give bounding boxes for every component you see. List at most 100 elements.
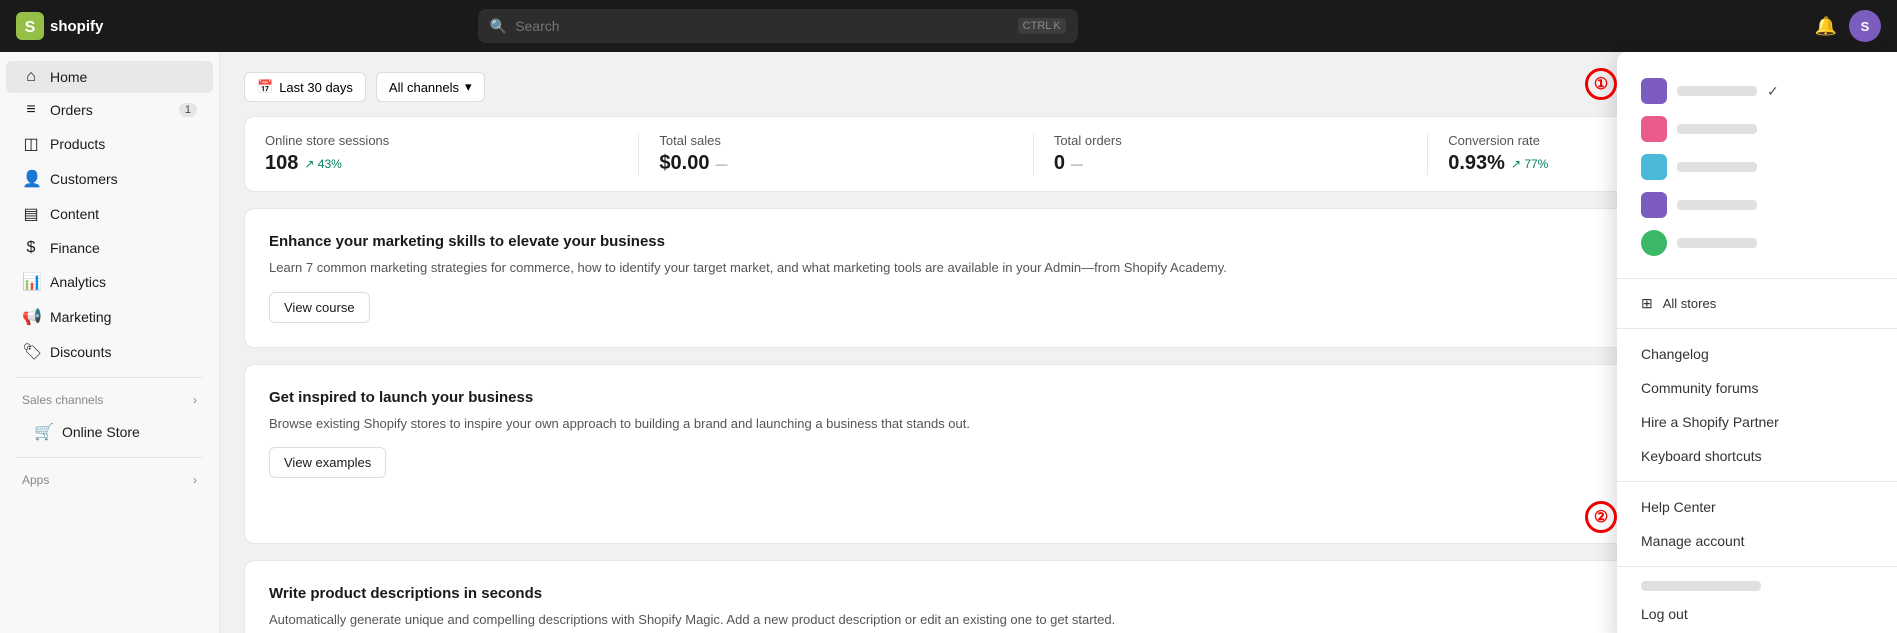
user-dropdown-menu: ✓ ⊞ All [1617,52,1897,633]
stat-sessions-change: ↗ 43% [304,157,341,171]
stat-conversion-change: ↗ 77% [1511,157,1548,171]
store-item-3[interactable] [1633,148,1881,186]
topnav-right: 🔔 S [1815,10,1881,42]
view-course-button[interactable]: View course [269,292,370,323]
sidebar-item-online-store-label: Online Store [62,424,140,440]
stat-sessions: Online store sessions 108 ↗ 43% [265,133,639,175]
sidebar-item-products-label: Products [50,136,105,152]
orders-icon: ≡ [22,101,40,119]
manage-account-menu-item[interactable]: Manage account [1617,524,1897,558]
store-item-5[interactable] [1633,224,1881,262]
orders-badge: 1 [179,103,197,117]
marketing-card-title: Enhance your marketing skills to elevate… [269,233,1848,250]
sidebar-item-marketing[interactable]: 📢 Marketing [6,300,213,334]
sidebar-item-discounts-label: Discounts [50,344,111,360]
store-1-check-icon: ✓ [1767,83,1779,100]
store-item-1[interactable]: ✓ [1633,72,1881,110]
sidebar-item-content-label: Content [50,206,99,222]
stat-orders: Total orders 0 — [1034,133,1428,175]
store-item-4[interactable] [1633,186,1881,224]
search-icon: 🔍 [490,18,507,35]
search-container[interactable]: 🔍 CTRLK [478,9,1078,43]
user-avatar[interactable]: S [1849,10,1881,42]
stat-sales: Total sales $0.00 — [639,133,1033,175]
stores-list: ✓ [1617,64,1897,270]
sidebar-item-sales-channels[interactable]: Sales channels › [6,386,213,414]
sidebar-item-finance-label: Finance [50,240,100,256]
stat-conversion-value: 0.93% [1448,152,1505,175]
sidebar-item-content[interactable]: ▤ Content [6,197,213,231]
keyboard-shortcuts-menu-item[interactable]: Keyboard shortcuts [1617,439,1897,473]
channels-dropdown-icon: ▾ [465,79,472,95]
sidebar-item-customers-label: Customers [50,171,118,187]
all-stores-item[interactable]: ⊞ All stores [1617,287,1897,320]
top-navigation: S shopify 🔍 CTRLK 🔔 S [0,0,1897,52]
magic-card-title: Write product descriptions in seconds [269,585,1648,602]
calendar-icon: 📅 [257,79,273,95]
store-4-color [1641,192,1667,218]
avatar-initials: S [1861,19,1870,34]
sidebar-item-discounts[interactable]: 🏷 Discounts [6,335,213,369]
notifications-bell-icon[interactable]: 🔔 [1815,16,1837,37]
hire-partner-menu-item[interactable]: Hire a Shopify Partner [1617,405,1897,439]
online-store-icon: 🛒 [34,422,52,442]
channels-filter-button[interactable]: All channels ▾ [376,72,485,102]
account-info-row [1617,575,1897,597]
stat-sessions-value: 108 [265,152,298,175]
logout-menu-item[interactable]: Log out [1617,597,1897,631]
store-4-name [1677,200,1757,210]
stat-orders-label: Total orders [1054,133,1407,148]
store-5-color [1641,230,1667,256]
help-divider [1617,481,1897,482]
apps-arrow-icon: › [193,473,197,487]
sidebar-item-marketing-label: Marketing [50,309,111,325]
stat-orders-value: 0 [1054,152,1065,175]
menu-divider [1617,328,1897,329]
view-examples-button[interactable]: View examples [269,447,386,478]
all-stores-grid-icon: ⊞ [1641,295,1653,312]
content-icon: ▤ [22,204,40,224]
marketing-card-desc: Learn 7 common marketing strategies for … [269,258,1848,278]
magic-card-text: Write product descriptions in seconds Au… [269,585,1648,633]
date-filter-label: Last 30 days [279,80,353,95]
store-2-name [1677,124,1757,134]
search-input[interactable] [515,18,1009,34]
store-3-color [1641,154,1667,180]
customers-icon: 👤 [22,169,40,189]
stat-sales-change: — [715,157,727,171]
community-forums-menu-item[interactable]: Community forums [1617,371,1897,405]
stat-sales-meta: $0.00 — [659,152,1012,175]
sidebar-item-products[interactable]: ◫ Products [6,127,213,161]
sidebar-item-analytics-label: Analytics [50,274,106,290]
logout-divider [1617,566,1897,567]
sidebar-item-apps[interactable]: Apps › [6,466,213,494]
help-center-menu-item[interactable]: Help Center [1617,490,1897,524]
sidebar-item-online-store[interactable]: 🛒 Online Store [6,415,213,449]
shopify-logo: S shopify [16,12,103,40]
date-filter-button[interactable]: 📅 Last 30 days [244,72,366,102]
launch-card-desc: Browse existing Shopify stores to inspir… [269,414,1648,434]
store-item-2[interactable] [1633,110,1881,148]
launch-card-title: Get inspired to launch your business [269,389,1648,406]
launch-card-text: Get inspired to launch your business Bro… [269,389,1648,479]
products-icon: ◫ [22,134,40,154]
sidebar-item-finance[interactable]: $ Finance [6,232,213,264]
home-icon: ⌂ [22,68,40,86]
sidebar: ⌂ Home ≡ Orders 1 ◫ Products 👤 Customers… [0,52,220,633]
marketing-card-text: Enhance your marketing skills to elevate… [269,233,1848,323]
finance-icon: $ [22,239,40,257]
stat-sales-value: $0.00 [659,152,709,175]
channels-filter-label: All channels [389,80,459,95]
sidebar-item-home-label: Home [50,69,87,85]
sidebar-item-orders-label: Orders [50,102,93,118]
sidebar-item-orders[interactable]: ≡ Orders 1 [6,94,213,126]
sidebar-item-customers[interactable]: 👤 Customers [6,162,213,196]
sidebar-item-analytics[interactable]: 📊 Analytics [6,265,213,299]
store-1-color [1641,78,1667,104]
sidebar-item-home[interactable]: ⌂ Home [6,61,213,93]
apps-label: Apps [22,473,49,487]
store-3-name [1677,162,1757,172]
logo-text: shopify [50,18,103,35]
changelog-menu-item[interactable]: Changelog [1617,337,1897,371]
stat-orders-meta: 0 — [1054,152,1407,175]
